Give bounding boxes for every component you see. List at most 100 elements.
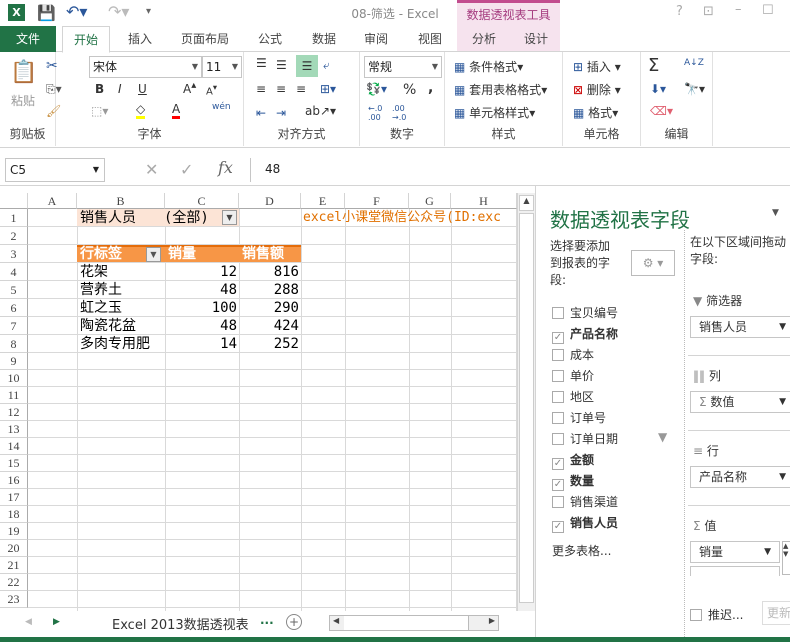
wrap-text-icon[interactable]: ⤶ xyxy=(323,58,330,73)
field-item[interactable]: 成本 xyxy=(552,346,594,363)
row-header-5[interactable]: 5 xyxy=(0,281,28,299)
field-item[interactable]: 地区 xyxy=(552,388,594,405)
checkbox-icon[interactable] xyxy=(552,307,564,319)
tab-view[interactable]: 视图 xyxy=(408,26,452,52)
field-settings-gear-icon[interactable]: ⚙ ▾ xyxy=(631,250,675,276)
tab-file[interactable]: 文件 xyxy=(0,26,56,52)
align-top-icon[interactable]: ☰ xyxy=(256,56,267,70)
column-header-d[interactable]: D xyxy=(239,193,301,209)
row-header-18[interactable]: 18 xyxy=(0,506,28,523)
merge-center-icon[interactable]: ⊞▾ xyxy=(320,82,336,96)
values-area-item[interactable]: 销量 ▼ xyxy=(690,541,780,563)
vertical-scroll-thumb[interactable] xyxy=(519,213,534,603)
row-header-4[interactable]: 4 xyxy=(0,263,28,281)
row-header-10[interactable]: 10 xyxy=(0,370,28,387)
increase-decimal-button[interactable]: ←.0 .00 xyxy=(368,104,382,122)
conditional-format-button[interactable]: ▦ 条件格式▾ xyxy=(454,58,523,75)
row-header-21[interactable]: 21 xyxy=(0,557,28,574)
vertical-scrollbar[interactable]: ▲ xyxy=(517,193,535,611)
format-cells-button[interactable]: ▦ 格式▾ xyxy=(573,104,618,121)
row-header-7[interactable]: 7 xyxy=(0,317,28,335)
row-header-23[interactable]: 23 xyxy=(0,591,28,608)
phonetic-button[interactable]: wén xyxy=(212,102,231,112)
number-format-select[interactable]: 常规 ▼ xyxy=(364,56,442,78)
field-item[interactable]: 单价 xyxy=(552,367,594,384)
field-item[interactable]: ✓ 产品名称 xyxy=(552,325,618,344)
accounting-icon[interactable]: 💱▾ xyxy=(366,82,387,96)
field-item[interactable]: ✓ 数量 xyxy=(552,472,594,491)
column-header-h[interactable]: H xyxy=(451,193,517,209)
values-area-item-2[interactable] xyxy=(690,566,780,576)
row-header-20[interactable]: 20 xyxy=(0,540,28,557)
align-middle-icon[interactable]: ☰ xyxy=(276,58,287,72)
align-center-icon[interactable]: ≡ xyxy=(276,82,286,96)
insert-function-button[interactable]: fx xyxy=(218,158,233,177)
scroll-up-button[interactable]: ▲ xyxy=(519,195,534,211)
tab-formulas[interactable]: 公式 xyxy=(248,26,292,52)
autosum-button[interactable]: Σ xyxy=(648,55,659,76)
cancel-icon[interactable]: ✕ xyxy=(145,160,158,179)
column-header-f[interactable]: F xyxy=(345,193,409,209)
column-header-c[interactable]: C xyxy=(165,193,239,209)
bold-button[interactable]: B xyxy=(95,82,104,96)
defer-update-checkbox[interactable]: 推迟... xyxy=(690,606,743,623)
row-header-19[interactable]: 19 xyxy=(0,523,28,540)
checkbox-icon[interactable] xyxy=(552,391,564,403)
field-item[interactable]: 销售渠道 xyxy=(552,493,618,510)
prev-sheet-icon[interactable]: ◀ xyxy=(25,617,32,627)
column-header-g[interactable]: G xyxy=(409,193,451,209)
row-header-6[interactable]: 6 xyxy=(0,299,28,317)
find-icon[interactable]: 🔭▾ xyxy=(684,82,705,96)
tab-design[interactable]: 设计 xyxy=(514,26,558,52)
help-icon[interactable]: ? xyxy=(676,4,683,19)
tab-review[interactable]: 审阅 xyxy=(354,26,398,52)
more-sheets-button[interactable]: ... xyxy=(260,613,274,627)
cell-styles-button[interactable]: ▦ 单元格样式▾ xyxy=(454,104,535,121)
comma-button[interactable]: , xyxy=(428,80,433,96)
checkbox-icon[interactable] xyxy=(552,349,564,361)
font-name-select[interactable]: 宋体 ▼ xyxy=(89,56,202,78)
sheet-tab[interactable]: Excel 2013数据透视表 xyxy=(112,614,249,633)
update-button[interactable]: 更新 xyxy=(762,601,790,625)
values-scroll-icon[interactable]: ▲ ▼ xyxy=(782,541,790,575)
tab-page-layout[interactable]: 页面布局 xyxy=(172,26,238,52)
sort-filter-button[interactable]: A↓Z xyxy=(684,58,704,68)
row-header-3[interactable]: 3 xyxy=(0,245,28,263)
underline-button[interactable]: U xyxy=(138,82,147,96)
column-header-e[interactable]: E xyxy=(301,193,345,209)
italic-button[interactable]: I xyxy=(118,82,122,96)
delete-cells-button[interactable]: ⊠ 删除 ▾ xyxy=(573,81,621,98)
checkbox-icon[interactable] xyxy=(552,496,564,508)
increase-font-icon[interactable]: A▴ xyxy=(183,80,196,96)
filter-dropdown-button[interactable]: ▼ xyxy=(222,210,237,225)
checkbox-icon[interactable] xyxy=(552,412,564,424)
column-header-a[interactable]: A xyxy=(28,193,77,209)
clear-icon[interactable]: ⌫▾ xyxy=(650,104,673,118)
decrease-indent-icon[interactable]: ⇤ xyxy=(256,106,266,120)
ribbon-display-icon[interactable]: ⊡ xyxy=(703,4,714,19)
column-header-b[interactable]: B xyxy=(77,193,165,209)
filters-area-item[interactable]: 销售人员 ▼ xyxy=(690,316,790,338)
format-table-button[interactable]: ▦ 套用表格格式▾ xyxy=(454,81,547,98)
pane-options-icon[interactable]: ▼ xyxy=(772,208,779,218)
border-icon[interactable]: ⬚▾ xyxy=(91,104,108,118)
font-size-select[interactable]: 11 ▼ xyxy=(202,56,242,78)
row-header-11[interactable]: 11 xyxy=(0,387,28,404)
checkbox-icon[interactable] xyxy=(552,370,564,382)
scroll-left-icon[interactable]: ◀ xyxy=(333,616,339,625)
row-header-17[interactable]: 17 xyxy=(0,489,28,506)
row-header-22[interactable]: 22 xyxy=(0,574,28,591)
field-item[interactable]: 订单日期 xyxy=(552,430,618,447)
maximize-icon[interactable]: ☐ xyxy=(762,3,774,18)
field-item[interactable]: 订单号 xyxy=(552,409,606,426)
enter-icon[interactable]: ✓ xyxy=(180,160,193,179)
tab-home[interactable]: 开始 xyxy=(62,26,110,53)
row-labels-dropdown-button[interactable]: ▼ xyxy=(146,247,161,262)
decrease-decimal-button[interactable]: .00 →.0 xyxy=(392,104,406,122)
checkbox-icon[interactable] xyxy=(552,433,564,445)
decrease-font-icon[interactable]: A▾ xyxy=(206,82,217,97)
minimize-icon[interactable]: – xyxy=(735,2,742,17)
name-box[interactable]: C5 ▼ xyxy=(5,158,105,182)
increase-indent-icon[interactable]: ⇥ xyxy=(276,106,286,120)
formula-input[interactable]: 48 xyxy=(250,158,790,182)
